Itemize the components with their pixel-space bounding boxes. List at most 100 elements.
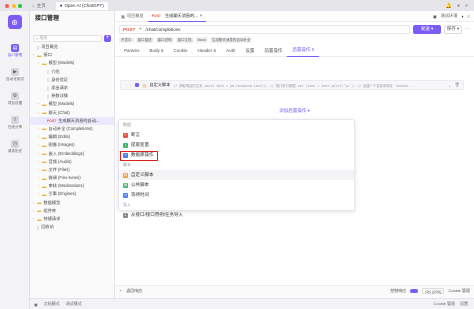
tree-item-label: 数据模型 (43, 199, 61, 205)
nav-item-test[interactable]: ▶ 自动化测试 (0, 63, 30, 87)
settings-icon[interactable]: ≡ (468, 14, 470, 19)
tree-item[interactable]: › ▬ 模型 (Models) (30, 59, 114, 67)
request-tab[interactable]: Params (119, 45, 145, 57)
tree-item-label: 接口 (43, 52, 52, 58)
cookie-manager-button[interactable]: Cookie 管理 (433, 301, 455, 307)
tree-item[interactable]: › ▬ 聊天 (Chat) (30, 109, 114, 117)
tree-item[interactable]: ▯ 发出请求 (30, 84, 114, 92)
save-button[interactable]: 保存 ▾ (444, 24, 462, 34)
more-icon[interactable]: ⋯ (465, 26, 470, 32)
tree-item[interactable]: ▯ 项目概览 (30, 43, 114, 51)
notification-icon[interactable]: 🔔 (446, 3, 452, 9)
close-icon[interactable]: × (200, 13, 202, 18)
titlebar-tab-home[interactable]: ⌂ 主页 (28, 2, 50, 10)
folder-icon: ▬ (42, 60, 47, 66)
chip-description[interactable]: 接口描述 (135, 37, 154, 43)
environment-icon: ▣ (432, 13, 437, 19)
layout-icon[interactable]: ▣ (34, 302, 38, 307)
titlebar-actions: 🔔 ● ≡ (446, 3, 468, 9)
menu-item-extract-variable[interactable]: ⤓ 提取变量 (119, 140, 354, 150)
tree-item[interactable]: ▯ 身份验证 (30, 76, 114, 84)
tree-item[interactable]: › ▬ 嵌入 (Embeddings) (30, 149, 114, 157)
status-badge[interactable]: OK (200) (422, 288, 445, 294)
operation-enabled-checkbox[interactable] (135, 83, 140, 87)
menu-item-assert[interactable]: ✓ 断言 (119, 130, 354, 140)
tree-item[interactable]: › ▬ 编辑 (Edits) (30, 133, 114, 141)
tree-item[interactable]: › ▬ 文件 (Files) (30, 166, 114, 174)
minimize-window-button[interactable] (11, 3, 16, 8)
tree-item[interactable]: › ▬ 图像 (Images) (30, 141, 114, 149)
tree-item[interactable]: POST 生成聊天消息的自动... (30, 116, 114, 125)
request-tab[interactable]: 后置操作 5 (287, 45, 320, 57)
cookie-manager-link[interactable]: Cookie 管理 (448, 288, 470, 294)
history-icon: ◷ (11, 140, 19, 148)
tree-item[interactable]: › ▬ 审核 (Moderations) (30, 182, 114, 190)
settings-button[interactable]: 设置 (460, 301, 468, 307)
chip-status[interactable]: 开发中 (119, 37, 134, 43)
nav-item-share[interactable]: ⇪ 在线分享 (0, 111, 30, 135)
tree-item[interactable]: › ▬ 模型 (Models) (30, 100, 114, 108)
api-icon: ▤ (11, 44, 19, 52)
tree-item[interactable]: ▯ 参数详情 (30, 92, 114, 100)
api-chips: 开发中 接口描述 接口说明 接口文档 Mock 生成聊天消息的自动补全 (115, 36, 474, 44)
add-button[interactable]: + (104, 34, 111, 42)
menu-icon[interactable]: ≡ (465, 3, 468, 9)
method-select[interactable]: POST (123, 27, 135, 32)
bottom-bar-right: Cookie 管理 设置 (433, 301, 468, 307)
maximize-window-button[interactable] (18, 3, 22, 8)
chip-name[interactable]: 生成聊天消息的自动补全 (209, 37, 253, 43)
tree-item[interactable]: ▯ 介绍 (30, 68, 114, 76)
tab-project-overview[interactable]: ▦ 项目概览 (117, 11, 148, 22)
tree-item-label: 模型 (Models) (48, 101, 75, 107)
tree-item[interactable]: › ▬ 数据模型 (30, 199, 114, 207)
chip-doc[interactable]: 接口文档 (175, 37, 194, 43)
add-post-operation-button[interactable]: 添加后置操作 ▾ (115, 108, 474, 114)
tree-item[interactable]: › ▬ 快捷请求 (30, 215, 114, 223)
request-tab[interactable]: Auth (221, 45, 240, 57)
nav-item-api[interactable]: ▤ 接口管理 (0, 39, 30, 63)
menu-item-public-script[interactable]: ▤ 公共脚本 (119, 180, 354, 190)
tree-item[interactable]: › ▬ 自动补全 (Completions) (30, 125, 114, 133)
bottom-bar: ▣ 文档模式 调试模式 Cookie 管理 设置 (30, 298, 474, 309)
menu-item-wait[interactable]: ◷ 等待时间 (119, 190, 354, 200)
user-icon[interactable]: ● (457, 3, 460, 9)
chevron-down-icon[interactable]: ⌄ (448, 83, 452, 88)
tree-item[interactable]: › ▬ 接口 (30, 51, 114, 59)
chip-mock[interactable]: Mock (195, 37, 208, 43)
request-tab[interactable]: 前置操作 (259, 45, 287, 57)
post-operation-row[interactable]: ⋮⋮ ▤ 自定义脚本 // 获取响应的文本 const text = pm.re… (120, 80, 464, 90)
tree-item[interactable]: › ▬ 引擎 (Engines) (30, 190, 114, 198)
tree-title: 接口管理 (35, 15, 60, 22)
drag-handle-icon[interactable]: ⋮⋮ (124, 83, 132, 88)
response-toggle[interactable] (410, 289, 419, 293)
chip-info[interactable]: 接口说明 (155, 37, 174, 43)
close-window-button[interactable] (5, 3, 9, 8)
tree-item-label: 快捷请求 (43, 216, 61, 222)
tree-item[interactable]: › ▬ 微调 (Fine-tunes) (30, 174, 114, 182)
chevron-up-icon[interactable]: ⌃ (119, 289, 122, 294)
request-tab[interactable]: Cookie (169, 45, 193, 57)
tree-item[interactable]: ▯ 回收站 (30, 223, 114, 231)
tree-search-input[interactable]: ⌕ 搜索 (33, 34, 102, 42)
tree-item-label: 编辑 (Edits) (48, 134, 71, 140)
tree-item[interactable]: › ▬ 音频 (Audio) (30, 158, 114, 166)
tab-chat-completion[interactable]: POST 生成聊天消息的... × (147, 11, 207, 22)
menu-item-import[interactable]: ↧ 从接口/接口用例/任务导入 (119, 210, 354, 220)
url-input[interactable]: POST ▾ /chat/completions (119, 24, 410, 34)
tree-item[interactable]: › ▬ 组件库 (30, 207, 114, 215)
doc-mode-button[interactable]: 文档模式 (44, 301, 60, 307)
file-icon: ▯ (37, 224, 40, 230)
file-icon: ▯ (47, 85, 50, 91)
menu-item-custom-script[interactable]: ▤ 自定义脚本 (119, 170, 354, 180)
debug-mode-button[interactable]: 调试模式 (66, 301, 82, 307)
titlebar-tab-project[interactable]: ● Open AI (ChatGPT) (55, 1, 108, 10)
nav-item-history[interactable]: ◷ 请求历史 (0, 135, 30, 159)
delete-icon[interactable]: 🗑 (455, 82, 460, 88)
request-tab[interactable]: Header 6 (193, 45, 222, 57)
request-tab[interactable]: Body 5 (145, 45, 169, 57)
send-button[interactable]: 发送 ▾ (413, 24, 441, 34)
nav-item-settings[interactable]: ⚙ 项目设置 (0, 87, 30, 111)
file-icon: ▯ (47, 69, 50, 75)
request-tab[interactable]: 设置 (240, 45, 259, 57)
environment-selector[interactable]: ▣ 测试环境 ▾ ≡ (433, 13, 470, 19)
